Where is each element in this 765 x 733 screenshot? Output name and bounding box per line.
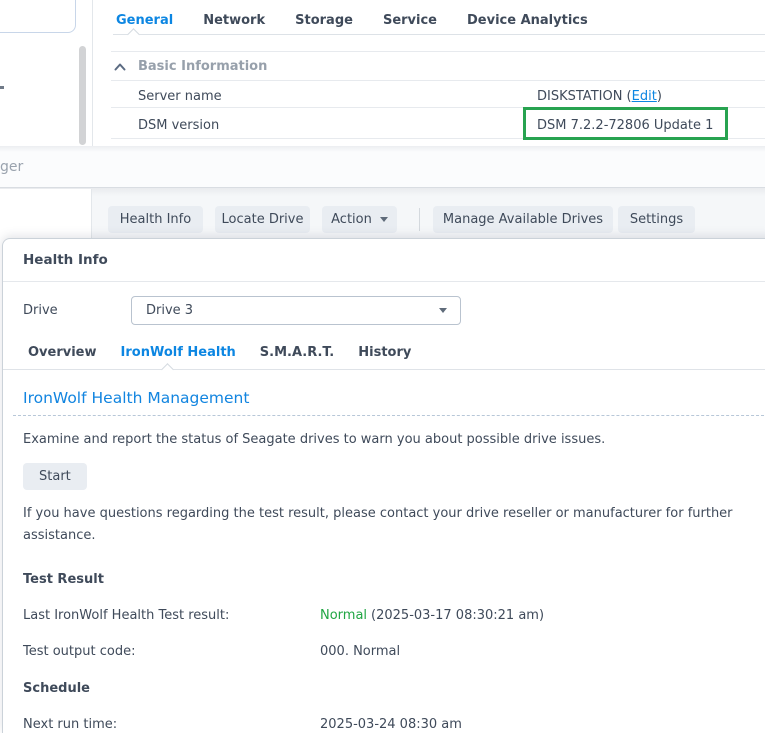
drive-select-dropdown[interactable]: Drive 3 [131, 296, 461, 325]
last-test-value: Normal(2025-03-17 08:30:21 am) [320, 608, 544, 623]
test-result-heading: Test Result [23, 572, 749, 587]
chevron-down-icon [439, 308, 447, 313]
active-tab-notch [161, 363, 174, 376]
manage-available-drives-button[interactable]: Manage Available Drives [433, 206, 613, 233]
dialog-titlebar: Health Info [3, 239, 765, 282]
tab-network[interactable]: Network [203, 13, 265, 28]
drive-selected-value: Drive 3 [146, 303, 193, 318]
chevron-down-icon [380, 217, 388, 222]
dialog-title: Health Info [23, 252, 108, 268]
search-box-remnant [0, 0, 76, 33]
tab-history[interactable]: History [358, 345, 411, 360]
server-name-value: DISKSTATION (Edit) [537, 89, 662, 104]
next-run-label: Next run time: [23, 717, 320, 732]
vertical-scrollbar-thumb[interactable] [79, 46, 86, 145]
annotation-highlight-box [523, 107, 728, 140]
schedule-heading: Schedule [23, 681, 749, 696]
tab-service[interactable]: Service [383, 13, 437, 28]
storage-manager-sidebar-remnant [0, 189, 92, 239]
window-gap: ger [0, 146, 765, 187]
storage-manager-title-fragment: ger [0, 159, 23, 175]
next-run-value: 2025-03-24 08:30 am [320, 717, 462, 732]
control-panel-window: General Network Storage Service Device A… [0, 0, 765, 146]
dialog-body: Drive Drive 3 Overview IronWolf Health S… [3, 296, 765, 732]
note-text: If you have questions regarding the test… [23, 503, 745, 547]
dsm-version-label: DSM version [138, 118, 219, 133]
tab-general[interactable]: General [116, 13, 173, 28]
description-text: Examine and report the status of Seagate… [23, 431, 749, 449]
dialog-tabs: Overview IronWolf Health S.M.A.R.T. Hist… [3, 345, 765, 370]
status-normal: Normal [320, 608, 367, 623]
storage-manager-toolbar: Health Info Locate Drive Action Manage A… [0, 187, 765, 238]
tab-overview[interactable]: Overview [28, 345, 97, 360]
basic-information-collapse-header[interactable]: Basic Information [114, 59, 267, 74]
settings-button[interactable]: Settings [618, 206, 695, 233]
next-run-time-row: Next run time: 2025-03-24 08:30 am [23, 717, 749, 732]
separator [111, 51, 765, 52]
dashed-separator [13, 415, 765, 416]
tab-ironwolf-health[interactable]: IronWolf Health [121, 345, 236, 360]
edit-link[interactable]: Edit [632, 89, 657, 104]
test-output-code-row: Test output code: 000. Normal [23, 644, 749, 659]
action-dropdown-button[interactable]: Action [322, 206, 397, 233]
locate-drive-button[interactable]: Locate Drive [215, 206, 310, 233]
last-test-label: Last IronWolf Health Test result: [23, 608, 320, 623]
health-info-button[interactable]: Health Info [108, 206, 203, 233]
chevron-up-icon [114, 63, 126, 71]
ironwolf-health-management-heading: IronWolf Health Management [23, 389, 749, 407]
drive-label: Drive [23, 303, 131, 318]
last-test-result-row: Last IronWolf Health Test result: Normal… [23, 608, 749, 623]
drive-select-row: Drive Drive 3 [23, 296, 749, 325]
sidebar-divider [92, 0, 93, 146]
section-title: Basic Information [138, 59, 267, 74]
health-info-dialog: Health Info Drive Drive 3 Overview IronW… [2, 238, 765, 733]
toolbar-separator [419, 208, 420, 231]
tree-tick-mark [0, 86, 4, 89]
control-panel-tabs: General Network Storage Service Device A… [116, 13, 588, 28]
server-name-label: Server name [138, 89, 222, 104]
tab-underline [113, 34, 765, 35]
tab-device-analytics[interactable]: Device Analytics [467, 13, 588, 28]
tab-storage[interactable]: Storage [295, 13, 353, 28]
start-button[interactable]: Start [23, 463, 87, 490]
output-code-label: Test output code: [23, 644, 320, 659]
output-code-value: 000. Normal [320, 644, 400, 659]
row-separator [111, 80, 765, 81]
active-tab-notch [127, 28, 140, 41]
tab-smart[interactable]: S.M.A.R.T. [260, 345, 334, 360]
